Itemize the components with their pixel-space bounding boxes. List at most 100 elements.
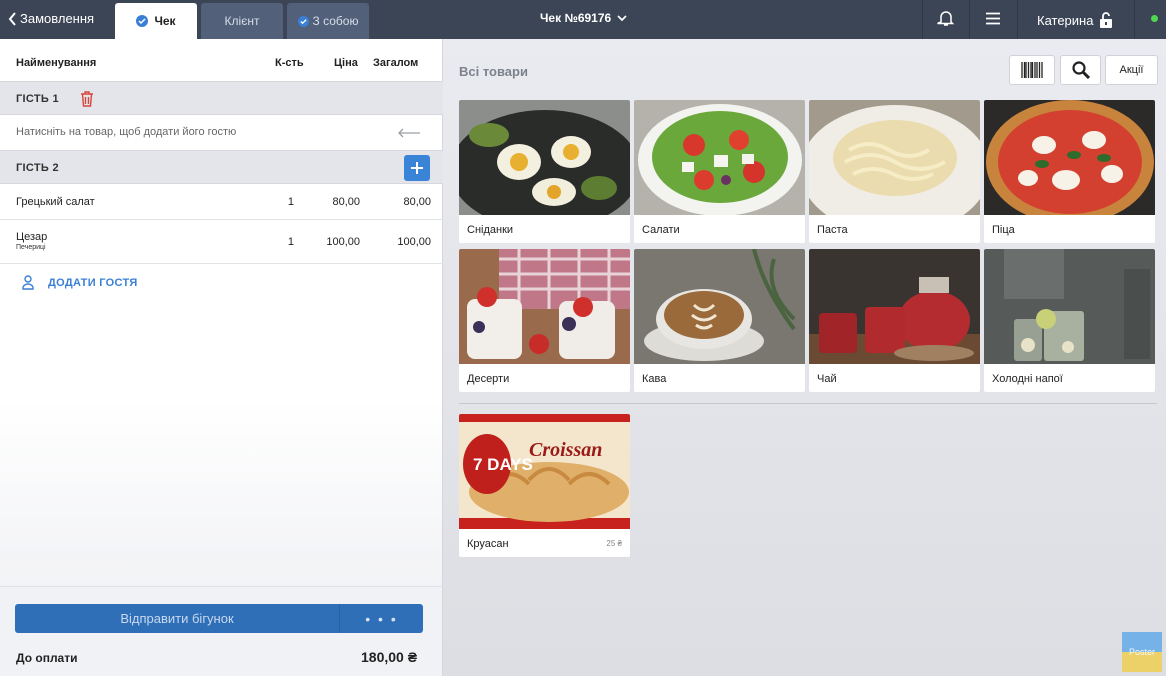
item-qty[interactable]: 1 xyxy=(270,196,294,208)
add-guest-button[interactable]: ДОДАТИ ГОСТЯ xyxy=(22,275,138,290)
tab-check-label: Чек xyxy=(154,14,176,28)
category-image xyxy=(459,249,630,364)
barcode-scan-button[interactable] xyxy=(1009,55,1055,85)
bell-icon xyxy=(937,11,955,26)
order-panel: Найменування К-сть Ціна Загалом ГІСТЬ 1 … xyxy=(0,39,443,676)
item-qty[interactable]: 1 xyxy=(270,236,294,248)
notifications-button[interactable] xyxy=(937,9,955,32)
back-label: Замовлення xyxy=(20,11,95,26)
category-image xyxy=(984,100,1155,215)
category-card-pizza[interactable]: Піца xyxy=(984,100,1155,243)
promotions-button[interactable]: Акції xyxy=(1105,55,1158,85)
trash-icon xyxy=(81,91,93,107)
guest-1-row[interactable]: ГІСТЬ 1 xyxy=(0,81,443,115)
catalog-panel: Всі товари Акції Сніданки Салати Паста П… xyxy=(443,39,1166,676)
category-name: Піца xyxy=(992,224,1015,236)
check-title-dropdown[interactable]: Чек №69176 xyxy=(540,11,627,25)
svg-text:7 DAYS: 7 DAYS xyxy=(473,455,533,474)
product-card-croissant[interactable]: 7 DAYS Croissan Круасан 25 ₴ xyxy=(459,414,630,557)
check-circle-icon xyxy=(297,15,309,27)
poster-logo: Poster xyxy=(1122,632,1162,672)
category-card-desserts[interactable]: Десерти xyxy=(459,249,630,392)
column-header-qty: К-сть xyxy=(275,57,304,69)
product-price: 25 ₴ xyxy=(606,539,622,548)
category-image xyxy=(809,100,980,215)
item-name: Грецький салат xyxy=(16,196,95,208)
item-total: 100,00 xyxy=(397,236,431,248)
category-name: Кава xyxy=(642,373,667,385)
user-name: Катерина xyxy=(1037,12,1094,28)
item-name: Цезар xyxy=(16,231,48,243)
divider xyxy=(0,586,443,587)
user-icon xyxy=(22,275,34,290)
logo-text: Poster xyxy=(1128,647,1155,657)
column-header-name: Найменування xyxy=(16,57,97,69)
catalog-title: Всі товари xyxy=(459,64,528,79)
promotions-label: Акції xyxy=(1119,64,1144,76)
category-card-tea[interactable]: Чай xyxy=(809,249,980,392)
guest-1-label: ГІСТЬ 1 xyxy=(16,93,59,105)
category-name: Десерти xyxy=(467,373,510,385)
column-header-price: Ціна xyxy=(334,57,358,69)
menu-icon xyxy=(986,12,1000,25)
barcode-icon xyxy=(1021,62,1043,78)
top-bar: Замовлення Чек Клієнт З собою Чек №69176… xyxy=(0,0,1166,39)
tab-client-label: Клієнт xyxy=(224,14,260,28)
send-runner-label: Відправити бігунок xyxy=(120,611,234,626)
category-card-coffee[interactable]: Кава xyxy=(634,249,805,392)
category-name: Чай xyxy=(817,373,837,385)
divider xyxy=(969,0,970,39)
category-name: Паста xyxy=(817,224,848,236)
check-title: Чек №69176 xyxy=(540,11,612,25)
guest-2-row[interactable]: ГІСТЬ 2 xyxy=(0,150,443,184)
search-button[interactable] xyxy=(1060,55,1101,85)
add-guest-label: ДОДАТИ ГОСТЯ xyxy=(48,276,138,289)
divider xyxy=(1134,0,1135,39)
order-item-row[interactable]: Грецький салат 1 80,00 80,00 xyxy=(0,185,443,220)
chevron-down-icon xyxy=(617,14,627,21)
product-name: Круасан xyxy=(467,538,509,550)
category-name: Сніданки xyxy=(467,224,514,236)
product-image: 7 DAYSCroissan xyxy=(459,414,630,529)
category-name: Салати xyxy=(642,224,680,236)
category-card-salads[interactable]: Салати xyxy=(634,100,805,243)
back-to-orders-button[interactable]: Замовлення xyxy=(8,11,94,26)
menu-button[interactable] xyxy=(985,12,1001,30)
category-image xyxy=(809,249,980,364)
category-name: Холодні напої xyxy=(992,373,1063,385)
order-item-row[interactable]: Цезар Печериці 1 100,00 100,00 xyxy=(0,220,443,264)
more-actions-label: • • • xyxy=(365,610,398,627)
item-total: 80,00 xyxy=(403,196,431,208)
arrow-left-icon xyxy=(397,125,421,143)
search-icon xyxy=(1071,61,1090,79)
delete-guest-button[interactable] xyxy=(79,90,95,112)
unlock-icon xyxy=(1100,12,1113,28)
divider xyxy=(922,0,923,39)
category-image xyxy=(634,100,805,215)
connection-status-indicator xyxy=(1151,15,1158,22)
guest-hint-text: Натисніть на товар, щоб додати його гост… xyxy=(16,126,237,138)
column-header-total: Загалом xyxy=(373,57,419,69)
divider xyxy=(1017,0,1018,39)
divider xyxy=(459,403,1157,404)
tab-takeaway[interactable]: З собою xyxy=(287,3,369,39)
tab-client[interactable]: Клієнт xyxy=(201,3,283,39)
tab-check[interactable]: Чек xyxy=(115,3,197,39)
category-image xyxy=(634,249,805,364)
total-label: До оплати xyxy=(16,651,78,665)
item-modifier: Печериці xyxy=(16,244,46,251)
user-menu[interactable]: Катерина xyxy=(1037,11,1113,29)
chevron-left-icon xyxy=(8,11,16,26)
send-runner-button[interactable]: Відправити бігунок xyxy=(15,604,339,633)
category-image xyxy=(459,100,630,215)
category-card-pasta[interactable]: Паста xyxy=(809,100,980,243)
tab-takeaway-label: З собою xyxy=(312,14,359,28)
total-value: 180,00 ₴ xyxy=(361,649,418,665)
add-item-to-guest-button[interactable] xyxy=(404,155,430,181)
category-card-breakfast[interactable]: Сніданки xyxy=(459,100,630,243)
guest-2-label: ГІСТЬ 2 xyxy=(16,162,59,174)
more-actions-button[interactable]: • • • xyxy=(339,604,423,633)
category-card-cold-drinks[interactable]: Холодні напої xyxy=(984,249,1155,392)
item-price: 80,00 xyxy=(332,196,360,208)
check-circle-icon xyxy=(136,15,149,27)
